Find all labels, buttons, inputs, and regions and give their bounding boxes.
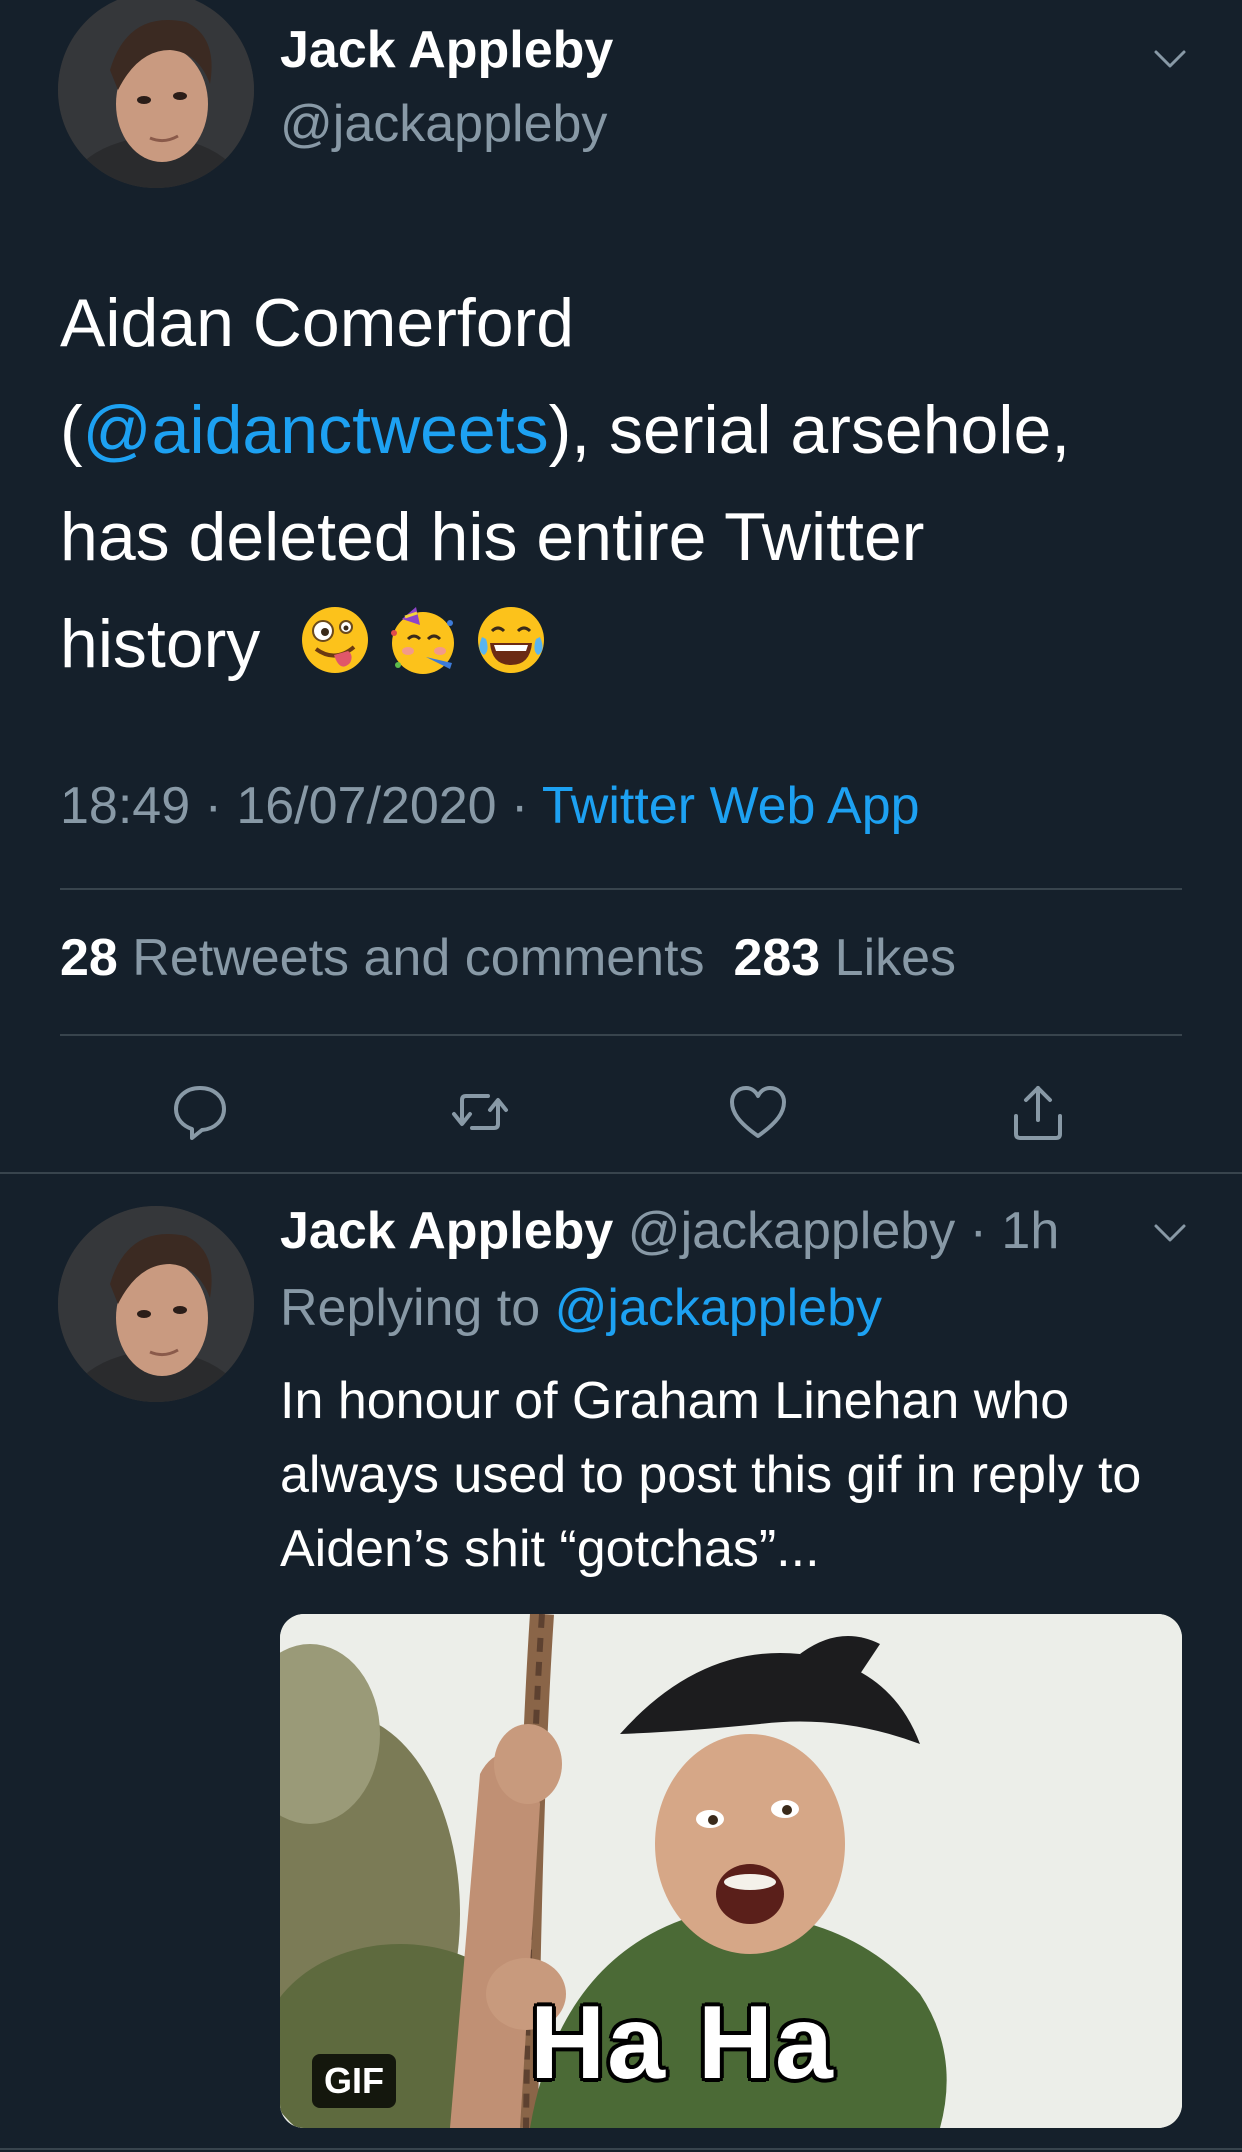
retweets-stat[interactable]: 28 Retweets and comments [60,929,705,987]
author-handle[interactable]: @jackappleby [280,94,607,154]
zany-face-emoji [298,603,372,677]
avatar[interactable] [58,0,254,188]
reply-text: In honour of Graham Linehan who always u… [280,1372,1142,1578]
gif-caption: Ha Ha [530,1985,835,2101]
main-tweet: Jack Appleby @jackappleby Aidan Comerfor… [0,0,1242,1172]
text-fragment: ), serial arsehole, [548,392,1071,468]
likes-label: Likes [820,929,957,987]
retweets-count: 28 [60,929,118,987]
tweet-text: Aidan Comerford (@aidanctweets), serial … [60,270,1190,698]
replying-to-label: Replying to [280,1279,555,1337]
partying-face-emoji [386,603,460,677]
chevron-down-icon[interactable] [1150,1212,1190,1252]
bottom-divider [0,2148,1242,2150]
divider [60,1034,1182,1036]
retweet-icon[interactable] [448,1080,512,1144]
reply-time: 1h [1001,1202,1060,1260]
tweet-text-line: Aidan Comerford [60,285,575,361]
likes-count: 283 [733,929,821,987]
tweet-text-line: (@aidanctweets), serial arsehole, [60,377,1190,484]
replying-to: Replying to @jackappleby [280,1278,882,1338]
tweet-separator [0,1172,1242,1174]
author-name[interactable]: Jack Appleby [280,20,613,80]
like-icon[interactable] [726,1080,790,1144]
author-name[interactable]: Jack Appleby [280,1202,613,1260]
text-fragment: history [60,606,261,682]
mention-link[interactable]: @aidanctweets [83,392,549,468]
tweet-text-line: history [60,591,1190,698]
separator: · [955,1202,1002,1260]
tweet-stats: 28 Retweets and comments 283 Likes [60,928,956,988]
reply-icon[interactable] [168,1080,232,1144]
tweet-meta: 18:49 · 16/07/2020 · Twitter Web App [60,776,920,836]
likes-stat[interactable]: 283 Likes [733,929,956,987]
gif-badge: GIF [312,2054,396,2108]
tears-of-joy-emoji [474,603,548,677]
timestamp: 18:49 · 16/07/2020 · [60,777,542,835]
share-icon[interactable] [1006,1080,1070,1144]
source-link[interactable]: Twitter Web App [542,777,920,835]
replying-to-handle[interactable]: @jackappleby [555,1279,882,1337]
divider [60,888,1182,890]
retweets-label: Retweets and comments [117,929,705,987]
avatar[interactable] [58,1206,254,1402]
chevron-down-icon[interactable] [1150,38,1190,78]
reply-header: Jack Appleby @jackappleby · 1h [280,1201,1059,1261]
gif-media[interactable]: Ha Ha GIF [280,1614,1182,2128]
tweet-text-line: has deleted his entire Twitter [60,499,925,575]
text-fragment: ( [60,392,83,468]
author-handle[interactable]: @jackappleby [628,1202,955,1260]
